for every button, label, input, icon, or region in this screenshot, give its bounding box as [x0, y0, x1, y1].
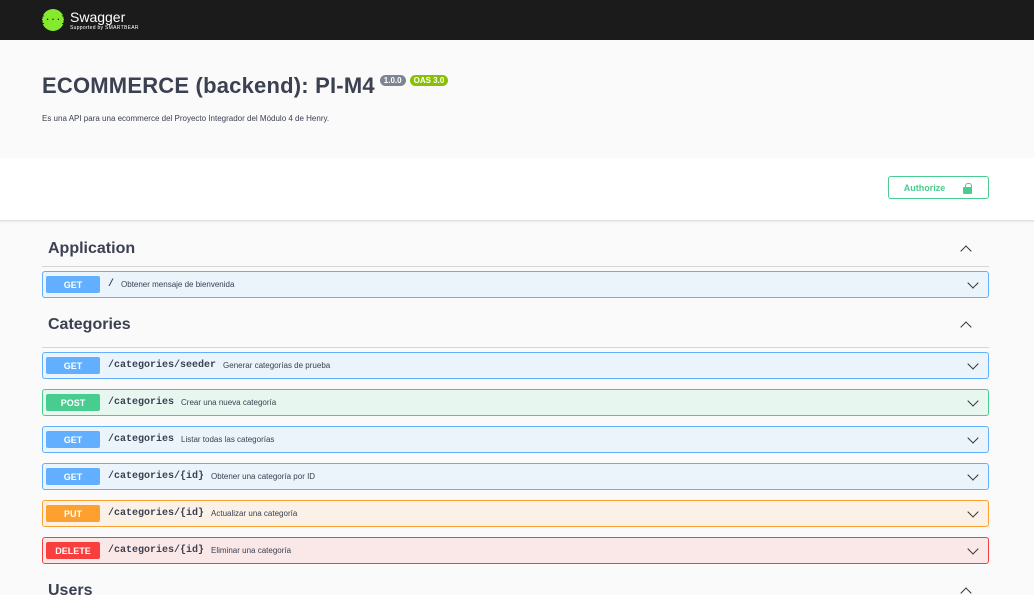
lock-icon: [963, 182, 973, 194]
chevron-down-icon[interactable]: [968, 434, 978, 444]
operation-row[interactable]: GET /categories Listar todas las categor…: [42, 426, 989, 453]
operation-path: /categories/{id}: [108, 545, 205, 556]
page-title: ECOMMERCE (backend): PI-M4: [42, 73, 375, 98]
chevron-up-icon[interactable]: [961, 244, 971, 254]
operation-path: /categories: [108, 434, 175, 445]
operation-summary: Crear una nueva categoría: [181, 398, 277, 407]
operation-summary: Obtener mensaje de bienvenida: [121, 280, 235, 289]
operation-row[interactable]: GET /categories/{id} Obtener una categor…: [42, 463, 989, 490]
scheme-container: Authorize: [0, 158, 1034, 221]
operation-path: /categories/{id}: [108, 508, 205, 519]
operation-row[interactable]: GET /categories/seeder Generar categoría…: [42, 352, 989, 379]
brand-sub: Supported by SMARTBEAR: [70, 24, 139, 31]
section-title: Application: [48, 239, 136, 257]
section-header-application[interactable]: Application: [42, 221, 989, 267]
operation-path: /categories: [108, 397, 175, 408]
operation-summary: Actualizar una categoría: [211, 509, 298, 518]
operation-summary: Listar todas las categorías: [181, 435, 275, 444]
section-header-categories[interactable]: Categories: [42, 302, 989, 348]
method-badge: GET: [46, 431, 100, 448]
authorize-button[interactable]: Authorize: [888, 176, 989, 199]
section-title: Categories: [48, 315, 131, 333]
method-badge: POST: [46, 394, 100, 411]
swagger-logo-icon: {···}: [40, 9, 67, 31]
chevron-down-icon[interactable]: [968, 508, 978, 518]
authorize-label: Authorize: [903, 182, 946, 193]
chevron-up-icon[interactable]: [961, 320, 971, 330]
brand-name: Swagger: [70, 8, 126, 25]
method-badge: GET: [46, 468, 100, 485]
operation-summary: Eliminar una categoría: [211, 546, 292, 555]
operation-row[interactable]: POST /categories Crear una nueva categor…: [42, 389, 989, 416]
section-title: Users: [48, 581, 93, 595]
method-badge: GET: [46, 276, 100, 293]
operation-summary: Generar categorías de prueba: [223, 361, 331, 370]
operation-summary: Obtener una categoría por ID: [211, 472, 316, 481]
operations-container: Application GET / Obtener mensaje de bie…: [0, 221, 1034, 595]
chevron-down-icon[interactable]: [968, 471, 978, 481]
api-description: Es una API para una ecommerce del Proyec…: [42, 114, 330, 123]
swagger-logo[interactable]: {···} Swagger Supported by SMARTBEAR: [40, 8, 139, 31]
chevron-down-icon[interactable]: [968, 545, 978, 555]
oas-badge: OAS 3.0: [409, 75, 449, 86]
operation-row[interactable]: GET / Obtener mensaje de bienvenida: [42, 271, 989, 298]
operation-path: /categories/{id}: [108, 471, 205, 482]
version-badge: 1.0.0: [379, 75, 406, 86]
chevron-down-icon[interactable]: [968, 279, 978, 289]
operation-path: /categories/seeder: [108, 360, 217, 371]
operation-row[interactable]: PUT /categories/{id} Actualizar una cate…: [42, 500, 989, 527]
section-header-users[interactable]: Users: [42, 568, 989, 595]
top-bar: {···} Swagger Supported by SMARTBEAR: [0, 0, 1034, 40]
api-info: ECOMMERCE (backend): PI-M4 1.0.0 OAS 3.0…: [0, 40, 1034, 158]
method-badge: DELETE: [46, 542, 100, 559]
method-badge: PUT: [46, 505, 100, 522]
method-badge: GET: [46, 357, 100, 374]
chevron-up-icon[interactable]: [961, 586, 971, 595]
chevron-down-icon[interactable]: [968, 397, 978, 407]
operation-row[interactable]: DELETE /categories/{id} Eliminar una cat…: [42, 537, 989, 564]
operation-path: /: [108, 279, 115, 290]
chevron-down-icon[interactable]: [968, 360, 978, 370]
